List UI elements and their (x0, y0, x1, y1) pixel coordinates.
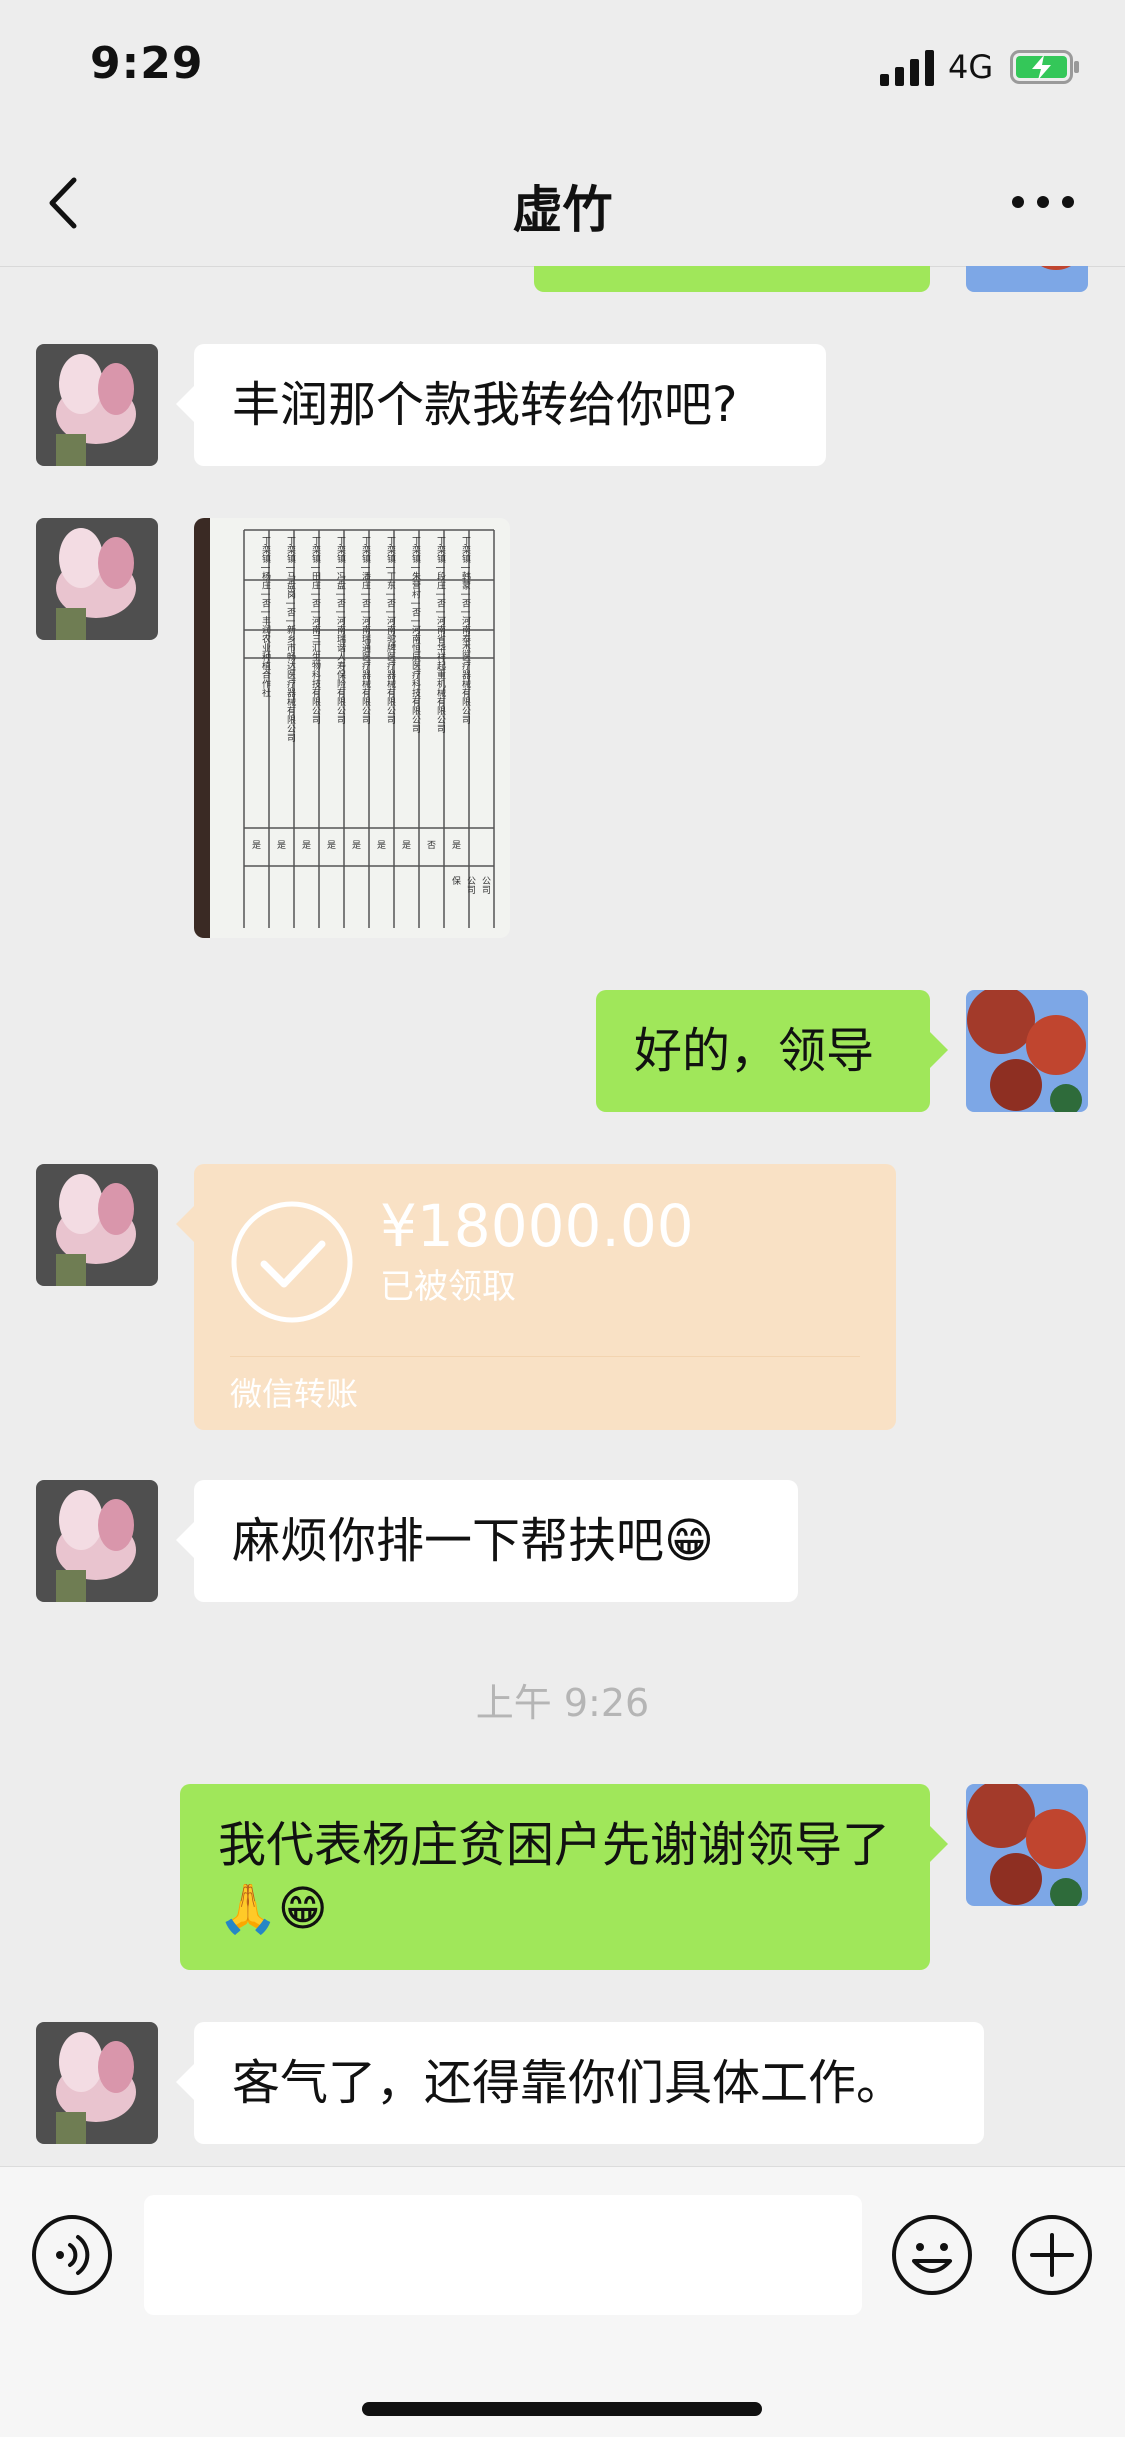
message-text: 客气了，还得靠你们具体工作。 (232, 2055, 905, 2111)
transfer-amount: ¥18000.00 (380, 1192, 694, 1260)
check-icon (231, 1201, 353, 1323)
doc-cell: 是 (452, 841, 462, 851)
document-table-rows: 丁栾镇 | 杨庄 | 否 | 丰润农业种植合作社 丁栾镇 | 马盘岗 | 否 |… (252, 536, 477, 742)
voice-icon[interactable] (30, 2213, 114, 2297)
message-bubble[interactable]: 客气了，还得靠你们具体工作。 (176, 2022, 984, 2144)
doc-row: 丁栾镇 | 段庄 | 否 | 河南省华祥起重机械有限公司 (435, 536, 445, 734)
status-time: 9:29 (90, 38, 204, 89)
doc-cell: 是 (327, 841, 337, 851)
doc-row: 丁栾镇 | 冯盘 | 否 | 河南瑞谐人寿保险有限公司 (335, 536, 345, 725)
message-input[interactable] (144, 2195, 862, 2315)
doc-row: 丁栾镇 | 丁东 | 否 | 河南驼牌医疗器械有限公司 (385, 536, 395, 725)
more-dots-icon[interactable] (1008, 192, 1078, 212)
doc-row: 丁栾镇 | 杨庄 | 否 | 丰润农业种植合作社 (260, 536, 270, 698)
message-text: 丰润那个款我转给你吧? (232, 377, 738, 433)
image-message[interactable]: 丁栾镇 | 杨庄 | 否 | 丰润农业种植合作社 丁栾镇 | 马盘岗 | 否 |… (194, 518, 510, 938)
doc-row: 丁栾镇 | 韩蒙 | 否 | 河南泰杰医疗器械有限公司 (460, 536, 470, 725)
transfer-status: 已被领取 (380, 1267, 516, 1307)
doc-cell: 是 (252, 841, 262, 851)
avatar-contact[interactable] (36, 518, 158, 640)
signal-icon (880, 50, 934, 86)
doc-cell: 是 (352, 841, 362, 851)
plus-icon[interactable] (1010, 2213, 1094, 2297)
battery-charging-icon (1010, 50, 1079, 84)
doc-cell: 是 (302, 841, 312, 851)
doc-cell: 是 (277, 841, 287, 851)
doc-cell: 否 (427, 841, 437, 851)
message-bubble[interactable]: 我代表杨庄贫困户先谢谢领导了🙏😁 (180, 1784, 948, 1970)
avatar-self[interactable] (966, 266, 1088, 292)
doc-edge-text: 保 公司 公司 (449, 876, 510, 894)
message-text: 好的，领导 (634, 1023, 875, 1079)
nav-bar: 虚竹 (0, 140, 1125, 267)
avatar-self[interactable] (966, 990, 1088, 1112)
doc-row: 丁栾镇 | 马盘岗 | 否 | 新乡市畅达医疗器械有限公司 (285, 536, 295, 743)
transfer-label: 微信转账 (230, 1375, 359, 1413)
message-bubble[interactable]: 好的，领导 (596, 990, 948, 1112)
home-indicator[interactable] (362, 2402, 762, 2416)
previous-message-bubble[interactable] (534, 266, 930, 292)
message-text: 麻烦你排一下帮扶吧😁 (232, 1513, 715, 1569)
avatar-contact[interactable] (36, 1164, 158, 1286)
chat-area[interactable]: 丰润那个款我转给你吧? 丁栾镇 | 杨庄 | 否 | 丰润农业种植合作社 丁栾镇… (0, 266, 1125, 2166)
doc-edge-cell: 保 (450, 876, 460, 885)
doc-row: 丁栾镇 | 潘庄 | 否 | 河南瑞通医疗器械有限公司 (360, 536, 370, 725)
doc-row: 丁栾镇 | 朱营村 | 否 | 河南恒辰医疗科技有限公司 (410, 536, 420, 734)
emoji-icon[interactable] (890, 2213, 974, 2297)
avatar-contact[interactable] (36, 344, 158, 466)
avatar-self[interactable] (966, 1784, 1088, 1906)
transfer-divider (230, 1356, 860, 1357)
message-bubble[interactable]: 麻烦你排一下帮扶吧😁 (176, 1480, 798, 1602)
message-bubble[interactable]: 丰润那个款我转给你吧? (176, 344, 826, 466)
chat-title: 虚竹 (512, 181, 613, 239)
doc-cell: 是 (377, 841, 387, 851)
message-timestamp: 上午 9:26 (475, 1681, 650, 1725)
avatar-contact[interactable] (36, 2022, 158, 2144)
doc-edge-cell: 公司 (480, 876, 490, 894)
doc-edge-cell: 公司 (465, 876, 475, 894)
input-bar (0, 2166, 1125, 2437)
doc-right-col: 是 是 是 是 是 是 是 否 是 (252, 838, 477, 851)
status-bar: 9:29 4G (0, 0, 1125, 140)
network-type: 4G (948, 48, 994, 86)
doc-row: 丁栾镇 | 田庄 | 否 | 河南三汇生物科技有限公司 (310, 536, 320, 725)
avatar-contact[interactable] (36, 1480, 158, 1602)
doc-cell: 是 (402, 841, 412, 851)
transfer-card[interactable]: ¥18000.00 已被领取 微信转账 (176, 1164, 896, 1430)
message-text: 我代表杨庄贫困户先谢谢领导了🙏😁 (218, 1817, 891, 1937)
